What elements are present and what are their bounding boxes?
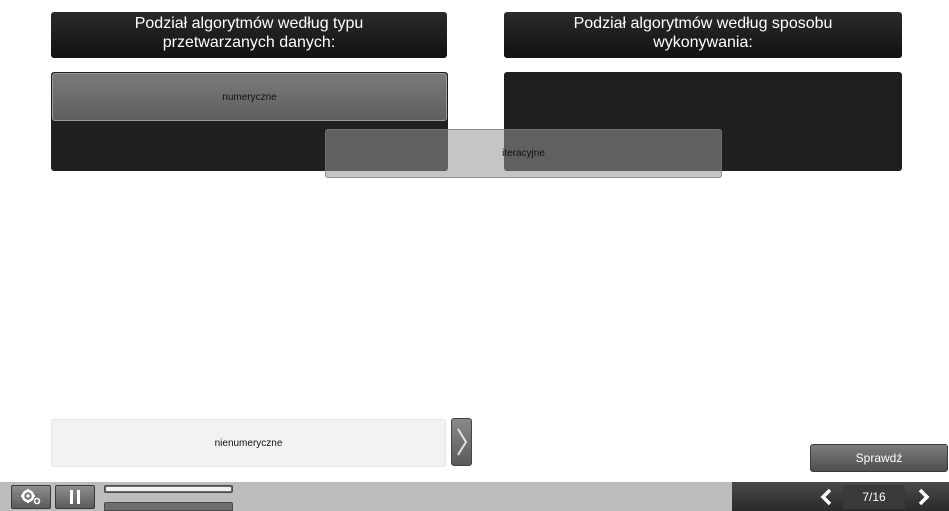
previous-page-button[interactable] (813, 485, 839, 509)
source-tile-nienumeryczne[interactable]: nienumeryczne (51, 419, 446, 467)
placed-tile-numeryczne[interactable]: numeryczne (52, 73, 447, 121)
dragging-tile-iteracyjne[interactable]: iteracyjne (325, 129, 722, 178)
dragging-tile-label: iteracyjne (502, 148, 545, 159)
settings-button[interactable] (11, 485, 51, 509)
source-tile-label: nienumeryczne (214, 437, 283, 449)
page-counter: 7/16 (843, 485, 905, 509)
column-header-data-type-text: Podział algorytmów według typu przetwarz… (134, 15, 364, 51)
check-button[interactable]: Sprawdź (810, 444, 948, 472)
pause-button[interactable] (55, 485, 95, 509)
page-counter-text: 7/16 (862, 490, 886, 504)
column-header-execution-method-text: Podział algorytmów według sposobu wykony… (573, 15, 833, 51)
column-header-data-type: Podział algorytmów według typu przetwarz… (51, 12, 447, 58)
gear-icon (21, 489, 41, 505)
pause-icon (70, 490, 80, 504)
chevron-left-icon (820, 488, 832, 506)
placed-tile-numeryczne-label: numeryczne (222, 91, 277, 103)
progress-fill (106, 487, 231, 491)
next-tile-button[interactable] (451, 418, 472, 466)
check-button-label: Sprawdź (855, 451, 903, 465)
progress-track-lower (104, 502, 233, 511)
chevron-right-icon (456, 428, 467, 456)
column-header-execution-method: Podział algorytmów według sposobu wykony… (504, 12, 902, 58)
next-page-button[interactable] (911, 485, 937, 509)
progress-track[interactable] (104, 485, 233, 493)
chevron-right-icon (918, 488, 930, 506)
